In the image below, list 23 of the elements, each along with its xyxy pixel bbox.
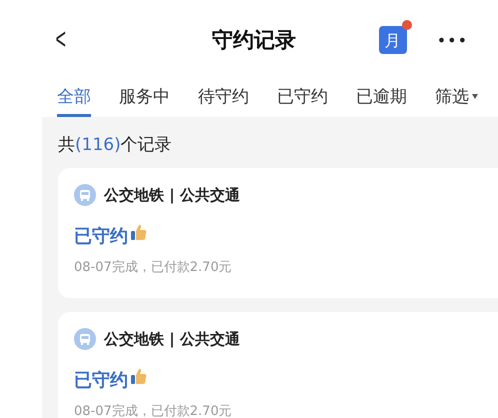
thumbs-up-icon xyxy=(130,223,148,241)
record-card[interactable]: 公交地铁 | 公共交通 已守约 08-07完成，已付款2.70元 xyxy=(58,168,498,298)
record-status: 已守约 xyxy=(74,225,128,248)
record-detail: 08-07完成，已付款2.70元 xyxy=(74,259,233,276)
back-button[interactable]: < xyxy=(56,23,66,57)
thumbs-up-icon xyxy=(130,367,148,385)
record-count: 共(116)个记录 xyxy=(58,134,173,156)
tab[interactable]: 服务中 xyxy=(119,85,170,117)
tab[interactable]: 待守约 xyxy=(198,85,249,117)
caret-icon xyxy=(472,94,478,99)
tab[interactable]: 已逾期 xyxy=(356,85,407,117)
record-category: 公交地铁 | 公共交通 xyxy=(104,186,240,204)
record-card[interactable]: 公交地铁 | 公共交通 已守约 08-07完成，已付款2.70元 xyxy=(58,312,498,418)
more-button[interactable]: ••• xyxy=(436,30,468,50)
record-detail: 08-07完成，已付款2.70元 xyxy=(74,403,233,418)
tab[interactable]: 已守约 xyxy=(277,85,328,117)
record-category: 公交地铁 | 公共交通 xyxy=(104,330,240,348)
calendar-button[interactable]: 月 xyxy=(378,26,407,54)
bus-icon xyxy=(74,184,96,206)
page-title: 守约记录 xyxy=(211,27,298,54)
record-status: 已守约 xyxy=(74,369,128,392)
bus-icon xyxy=(74,328,96,350)
filter-button[interactable]: 筛选 xyxy=(435,85,478,117)
